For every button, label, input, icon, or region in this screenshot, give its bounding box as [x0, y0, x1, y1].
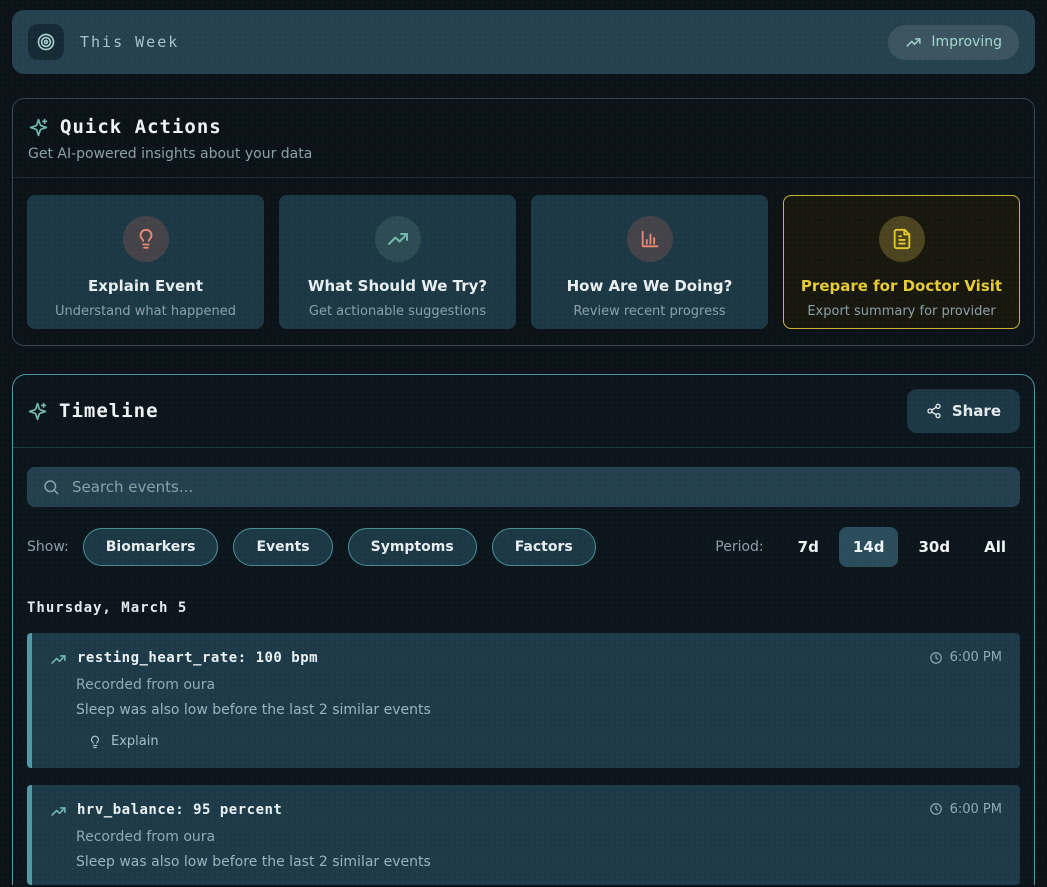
- sparkles-icon: [27, 401, 48, 422]
- filter-chip-symptoms[interactable]: Symptoms: [348, 528, 477, 566]
- quick-actions-title: Quick Actions: [60, 116, 222, 138]
- file-text-icon: [879, 216, 925, 262]
- filter-chip-factors[interactable]: Factors: [492, 528, 596, 566]
- explain-label: Explain: [111, 734, 159, 749]
- filter-chips: Biomarkers Events Symptoms Factors: [83, 528, 596, 566]
- bar-chart-icon: [627, 216, 673, 262]
- event-time-label: 6:00 PM: [950, 650, 1002, 665]
- page: This Week Improving Quick Actions: [0, 0, 1047, 887]
- search-icon: [42, 478, 60, 496]
- timeline-body: Show: Biomarkers Events Symptoms Factors…: [13, 448, 1034, 885]
- clock-icon: [929, 651, 943, 665]
- card-subtitle: Export summary for provider: [807, 304, 995, 319]
- event-source: Recorded from oura: [76, 829, 1002, 845]
- timeline-section: Timeline Share: [12, 374, 1035, 885]
- card-subtitle: Get actionable suggestions: [309, 304, 486, 319]
- event-source: Recorded from oura: [76, 677, 1002, 693]
- event-insight: Sleep was also low before the last 2 sim…: [76, 702, 1002, 718]
- clock-icon: [929, 802, 943, 816]
- sparkles-icon: [28, 117, 49, 138]
- lightbulb-icon: [88, 735, 102, 749]
- status-bar: This Week Improving: [12, 10, 1035, 74]
- search-input[interactable]: [72, 478, 1005, 496]
- timeline-title: Timeline: [59, 400, 159, 422]
- trend-status-badge[interactable]: Improving: [888, 25, 1019, 60]
- event-time: 6:00 PM: [929, 650, 1002, 665]
- explain-button[interactable]: Explain: [88, 734, 159, 749]
- event-insight: Sleep was also low before the last 2 sim…: [76, 854, 1002, 870]
- prepare-doctor-visit-card[interactable]: Prepare for Doctor Visit Export summary …: [783, 195, 1020, 329]
- quick-actions-section: Quick Actions Get AI-powered insights ab…: [12, 98, 1035, 346]
- trending-up-icon: [375, 216, 421, 262]
- card-title: Explain Event: [88, 277, 203, 295]
- card-subtitle: Understand what happened: [55, 304, 236, 319]
- event-title: resting_heart_rate: 100 bpm: [77, 650, 318, 666]
- show-label: Show:: [27, 539, 69, 555]
- how-are-we-doing-card[interactable]: How Are We Doing? Review recent progress: [531, 195, 768, 329]
- share-label: Share: [952, 402, 1001, 420]
- quick-actions-subtitle: Get AI-powered insights about your data: [28, 146, 1019, 162]
- lightbulb-icon: [123, 216, 169, 262]
- period-label: Period:: [715, 539, 763, 555]
- filter-chip-events[interactable]: Events: [233, 528, 332, 566]
- period-7d[interactable]: 7d: [784, 527, 833, 567]
- filter-chip-biomarkers[interactable]: Biomarkers: [83, 528, 219, 566]
- timeline-header: Timeline Share: [13, 375, 1034, 448]
- event-card-hrv-balance[interactable]: hrv_balance: 95 percent 6:00 PM Recorded…: [27, 785, 1020, 885]
- card-title: Prepare for Doctor Visit: [801, 277, 1002, 295]
- trend-status-label: Improving: [931, 34, 1002, 50]
- date-header: Thursday, March 5: [27, 600, 1020, 616]
- explain-event-card[interactable]: Explain Event Understand what happened: [27, 195, 264, 329]
- what-should-we-try-card[interactable]: What Should We Try? Get actionable sugge…: [279, 195, 516, 329]
- status-bar-title: This Week: [80, 33, 179, 51]
- event-time: 6:00 PM: [929, 802, 1002, 817]
- quick-actions-cards: Explain Event Understand what happened W…: [13, 178, 1034, 345]
- target-icon: [28, 24, 64, 60]
- event-card-resting-heart-rate[interactable]: resting_heart_rate: 100 bpm 6:00 PM Reco…: [27, 633, 1020, 768]
- card-subtitle: Review recent progress: [573, 304, 725, 319]
- trending-up-icon: [50, 651, 67, 668]
- period-all[interactable]: All: [970, 527, 1020, 567]
- period-selector: Period: 7d 14d 30d All: [715, 527, 1020, 567]
- event-time-label: 6:00 PM: [950, 802, 1002, 817]
- trending-up-icon: [905, 34, 922, 51]
- filter-row: Show: Biomarkers Events Symptoms Factors…: [27, 527, 1020, 567]
- period-30d[interactable]: 30d: [904, 527, 964, 567]
- event-title: hrv_balance: 95 percent: [77, 802, 282, 818]
- share-icon: [926, 403, 942, 419]
- period-14d[interactable]: 14d: [839, 527, 899, 567]
- card-title: What Should We Try?: [308, 277, 487, 295]
- quick-actions-header: Quick Actions Get AI-powered insights ab…: [13, 99, 1034, 178]
- share-button[interactable]: Share: [907, 389, 1020, 433]
- trending-up-icon: [50, 803, 67, 820]
- card-title: How Are We Doing?: [567, 277, 733, 295]
- search-box: [27, 467, 1020, 507]
